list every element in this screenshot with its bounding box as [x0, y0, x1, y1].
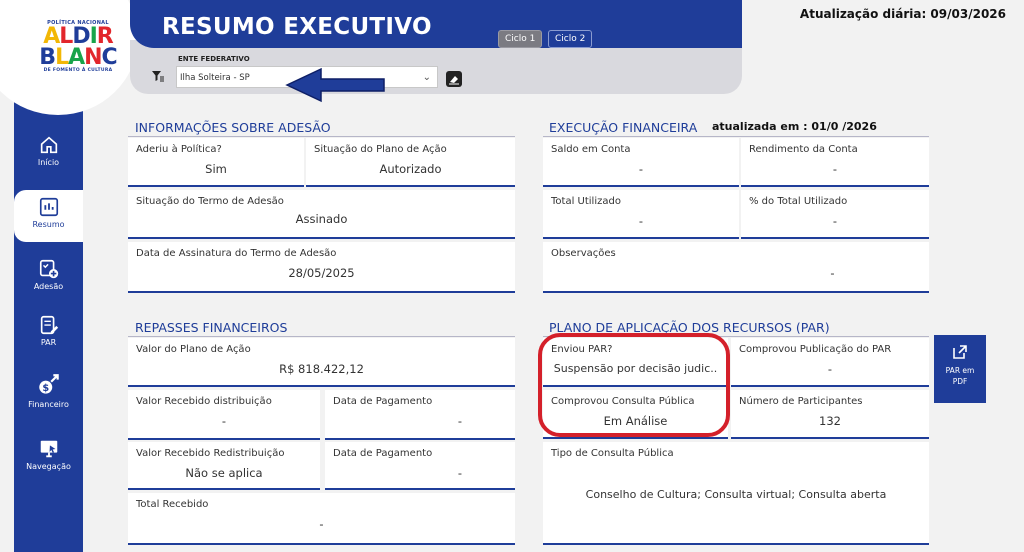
card-value: - — [832, 214, 838, 228]
nav-resumo[interactable]: Resumo — [14, 190, 83, 242]
card-label: Valor do Plano de Ação — [136, 344, 251, 355]
card-label: Tipo de Consulta Pública — [551, 448, 674, 459]
card-label: Situação do Termo de Adesão — [136, 196, 284, 207]
card-value: Conselho de Cultura; Consulta virtual; C… — [585, 488, 887, 501]
card-valor-plano: Valor do Plano de Ação R$ 818.422,12 — [128, 338, 515, 387]
nav-label: Financeiro — [28, 400, 69, 409]
nav-inicio[interactable]: Início — [14, 134, 83, 188]
card-data-pagamento-1: Data de Pagamento - — [325, 390, 515, 440]
par-pdf-label: PAR em PDF — [945, 366, 975, 386]
card-label: Situação do Plano de Ação — [314, 144, 447, 155]
dashboard-icon — [39, 197, 58, 217]
card-tipo-consulta: Tipo de Consulta Pública Conselho de Cul… — [543, 442, 929, 545]
card-aderiu: Aderiu à Política? Sim — [128, 138, 304, 187]
card-value: - — [638, 162, 644, 176]
filter-icon — [152, 71, 164, 82]
document-edit-icon — [40, 315, 58, 335]
divider — [128, 336, 515, 337]
select-value: Ilha Solteira - SP — [180, 73, 250, 83]
nav-adesao[interactable]: Adesão — [14, 258, 83, 298]
nav-label: Resumo — [32, 220, 65, 229]
home-icon — [40, 136, 57, 154]
card-label: % do Total Utilizado — [749, 196, 848, 207]
daily-update-label: Atualização diária: 09/03/2026 — [799, 7, 1006, 21]
card-comprovou-publicacao: Comprovou Publicação do PAR - — [731, 338, 929, 387]
card-label: Valor Recebido distribuição — [136, 396, 272, 407]
nav-navegacao[interactable]: Navegação — [14, 438, 83, 478]
card-label: Número de Participantes — [739, 396, 863, 407]
card-label: Aderiu à Política? — [136, 144, 222, 155]
card-data-pagamento-2: Data de Pagamento - — [325, 442, 515, 490]
svg-text:$: $ — [42, 383, 49, 394]
card-recebido-redistribuicao: Valor Recebido Redistribuição Não se apl… — [128, 442, 320, 490]
card-observacoes: Observações - — [543, 242, 929, 293]
filter-label: ENTE FEDERATIVO — [178, 55, 250, 63]
execution-update-label: atualizada em : 01/0 /2026 — [712, 120, 877, 133]
card-value: - — [457, 414, 463, 428]
external-link-icon — [953, 345, 967, 359]
card-value: - — [457, 466, 463, 480]
section-title-repasses: REPASSES FINANCEIROS — [135, 320, 288, 335]
card-value: - — [830, 266, 835, 280]
card-participantes: Número de Participantes 132 — [731, 390, 929, 439]
checklist-add-icon — [39, 259, 58, 279]
nav-label: Início — [37, 158, 60, 167]
card-label: Total Utilizado — [551, 196, 621, 207]
clear-filter-icon[interactable] — [446, 71, 462, 87]
card-label: Data de Assinatura do Termo de Adesão — [136, 248, 337, 259]
par-pdf-button[interactable]: PAR em PDF — [934, 335, 986, 403]
card-value: - — [319, 517, 324, 531]
money-growth-icon: $ — [38, 374, 59, 394]
nav-label: Navegação — [26, 462, 71, 471]
divider — [128, 136, 515, 137]
card-label: Observações — [551, 248, 616, 259]
card-value: 132 — [819, 414, 841, 428]
card-value: - — [827, 362, 833, 376]
nav-par[interactable]: PAR — [14, 314, 83, 354]
card-value: - — [638, 214, 644, 228]
card-pct-utilizado: % do Total Utilizado - — [741, 190, 929, 239]
card-label: Valor Recebido Redistribuição — [136, 448, 285, 459]
chevron-down-icon: ⌄ — [422, 72, 431, 83]
card-label: Saldo em Conta — [551, 144, 631, 155]
card-recebido-distribuicao: Valor Recebido distribuição - — [128, 390, 320, 440]
card-value: R$ 818.422,12 — [279, 362, 364, 376]
card-label: Data de Pagamento — [333, 448, 433, 459]
card-value: Sim — [205, 162, 227, 176]
aldir-blanc-logo: POLÍTICA NACIONAL ALDIR BLANC DE FOMENTO… — [39, 20, 117, 73]
highlight-annotation — [538, 333, 730, 437]
nav-financeiro[interactable]: $ Financeiro — [14, 372, 83, 416]
card-label: Comprovou Publicação do PAR — [739, 344, 892, 355]
card-rendimento: Rendimento da Conta - — [741, 138, 929, 187]
section-title-execucao: EXECUÇÃO FINANCEIRA — [549, 120, 698, 135]
card-label: Total Recebido — [136, 499, 209, 510]
divider — [543, 136, 929, 137]
card-value: - — [221, 414, 227, 428]
card-saldo: Saldo em Conta - — [543, 138, 739, 187]
nav-label: Adesão — [33, 282, 64, 291]
nav-label: PAR — [40, 338, 57, 347]
monitor-pointer-icon — [40, 440, 57, 458]
card-situacao-plano: Situação do Plano de Ação Autorizado — [306, 138, 515, 187]
pointer-arrow-annotation — [285, 67, 385, 103]
card-situacao-termo: Situação do Termo de Adesão Assinado — [128, 190, 515, 239]
card-data-assinatura: Data de Assinatura do Termo de Adesão 28… — [128, 242, 515, 293]
card-value: Não se aplica — [185, 466, 263, 480]
card-value: - — [832, 162, 838, 176]
cycle-2-button[interactable]: Ciclo 2 — [548, 30, 593, 48]
card-label: Rendimento da Conta — [749, 144, 858, 155]
section-title-adesao: INFORMAÇÕES SOBRE ADESÃO — [135, 120, 331, 135]
card-label: Data de Pagamento — [333, 396, 433, 407]
cycle-1-button[interactable]: Ciclo 1 — [498, 30, 543, 48]
card-total-utilizado: Total Utilizado - — [543, 190, 739, 239]
page-title: RESUMO EXECUTIVO — [162, 14, 432, 40]
card-value: 28/05/2025 — [288, 266, 355, 280]
card-value: Autorizado — [379, 162, 442, 176]
card-total-recebido: Total Recebido - — [128, 493, 515, 545]
card-value: Assinado — [295, 212, 348, 226]
